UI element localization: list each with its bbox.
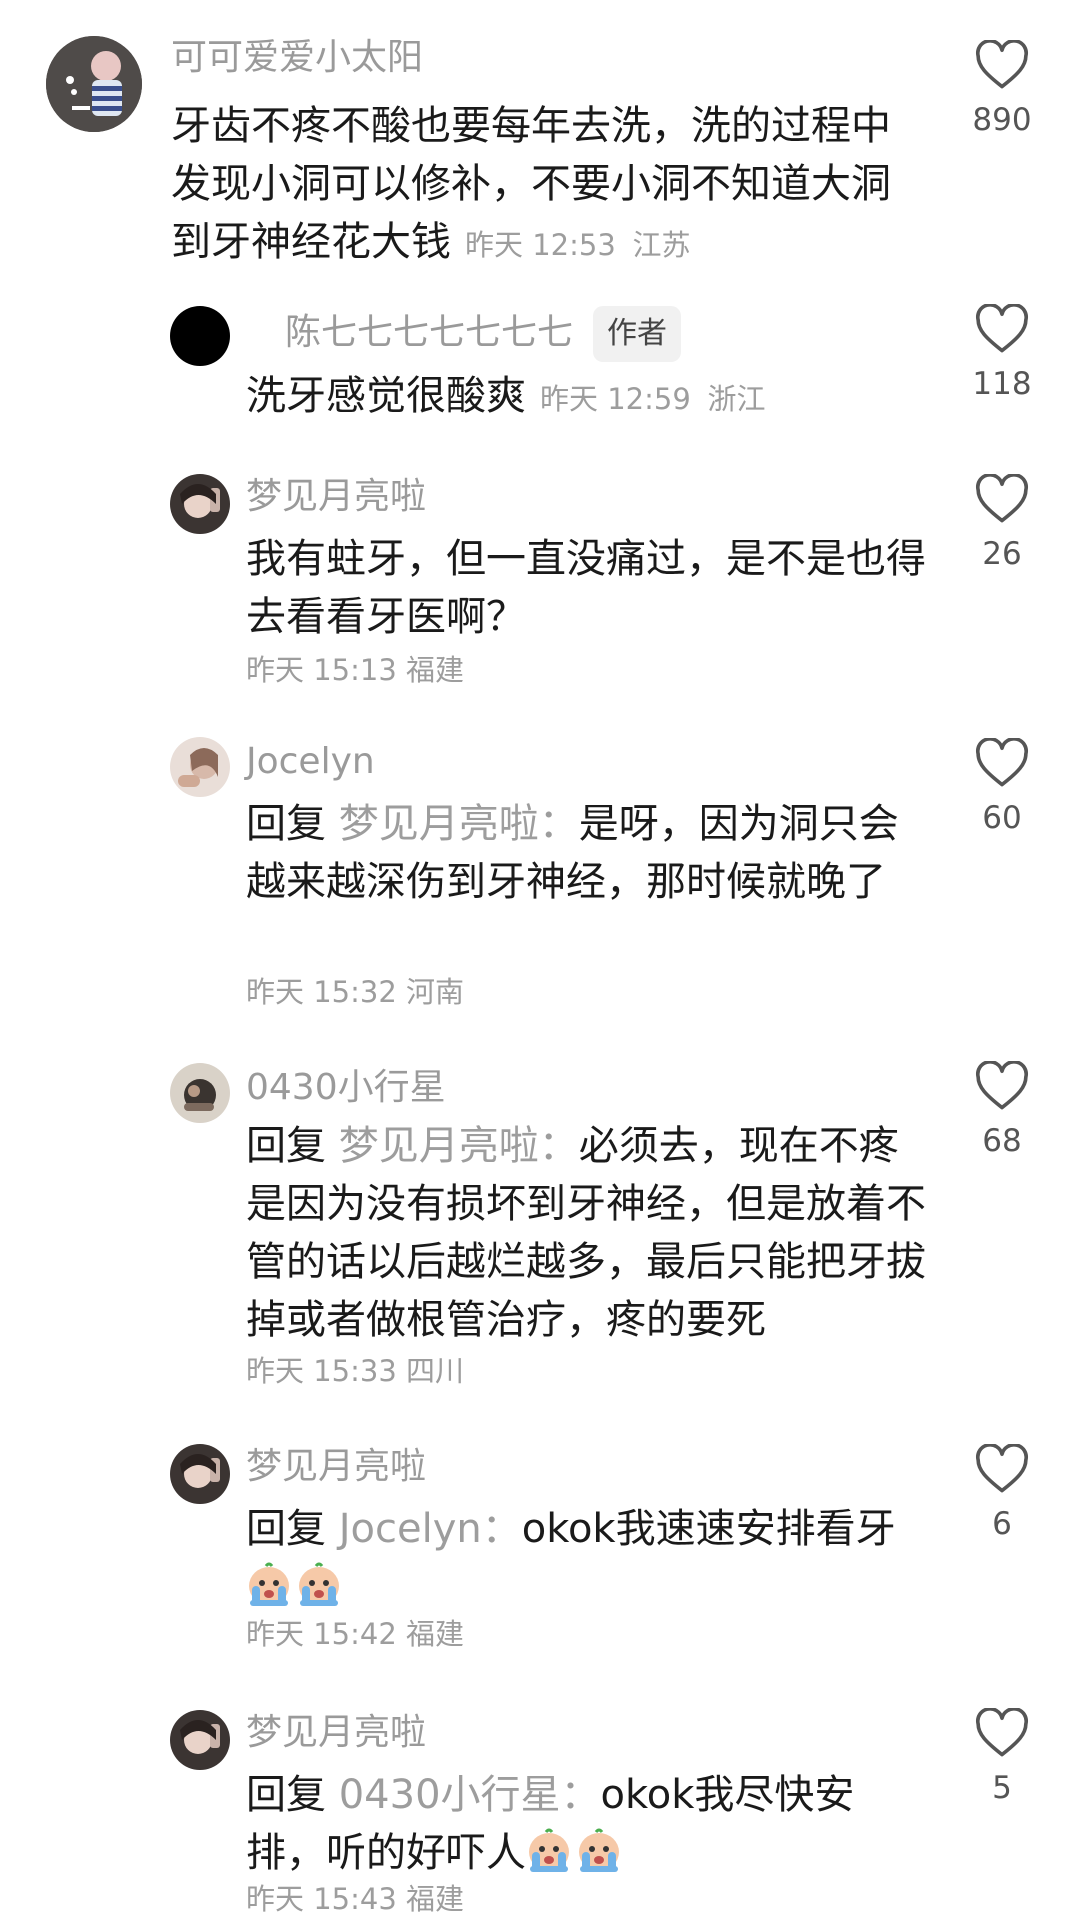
avatar[interactable]: [170, 1063, 230, 1123]
comment-location: 四川: [406, 1354, 465, 1388]
comment-body: 回复 梦见月亮啦：是呀，因为洞只会越来越深伤到牙神经，那时候就晚了: [246, 795, 936, 911]
comment-meta: 昨天 15:33 四川: [246, 1348, 464, 1390]
avatar[interactable]: [170, 474, 230, 534]
avatar[interactable]: [46, 36, 142, 132]
reply-label: 回复: [246, 801, 326, 847]
comment-location: 江苏: [632, 228, 691, 262]
like-button[interactable]: 5: [957, 1708, 1047, 1808]
comment-meta: 昨天 15:43 福建: [246, 1876, 464, 1918]
comment-meta: 昨天 15:13 福建: [246, 647, 464, 689]
like-count: 6: [992, 1506, 1012, 1542]
like-count: 890: [972, 102, 1032, 138]
heart-outline-icon: [975, 304, 1029, 353]
like-button[interactable]: 890: [957, 40, 1047, 140]
avatar[interactable]: [170, 737, 230, 797]
heart-outline-icon: [975, 40, 1029, 89]
like-count: 118: [972, 366, 1032, 402]
avatar[interactable]: [170, 1444, 230, 1504]
reply-target[interactable]: Jocelyn：: [339, 1506, 522, 1552]
username-row: 陈七七七七七七七 作者: [285, 306, 682, 362]
crying-face-emoji: [526, 1828, 572, 1874]
like-button[interactable]: 118: [957, 304, 1047, 404]
heart-outline-icon: [975, 1061, 1029, 1110]
crying-face-emoji: [296, 1562, 342, 1608]
like-count: 68: [982, 1123, 1022, 1159]
comment-body: 回复 梦见月亮啦：必须去，现在不疼是因为没有损坏到牙神经，但是放着不管的话以后越…: [246, 1117, 936, 1349]
avatar[interactable]: [170, 1710, 230, 1770]
like-button[interactable]: 6: [957, 1444, 1047, 1544]
comment-location: 福建: [406, 1882, 465, 1916]
like-button[interactable]: 26: [957, 474, 1047, 574]
comment-time: 昨天 15:32: [246, 975, 397, 1009]
comment-time: 昨天 15:33: [246, 1354, 397, 1388]
username[interactable]: 陈七七七七七七七: [285, 312, 573, 353]
reply-label: 回复: [246, 1772, 326, 1818]
heart-outline-icon: [975, 738, 1029, 787]
heart-outline-icon: [975, 1444, 1029, 1493]
crying-face-emoji: [576, 1828, 622, 1874]
reply-target[interactable]: 梦见月亮啦：: [339, 1123, 579, 1169]
like-button[interactable]: 68: [957, 1061, 1047, 1161]
comment-time: 昨天 15:42: [246, 1617, 397, 1651]
like-count: 26: [982, 536, 1022, 572]
comment-location: 浙江: [707, 382, 766, 416]
like-count: 60: [982, 800, 1022, 836]
comment-body: 回复 0430小行星：okok我尽快安排，听的好吓人: [246, 1766, 866, 1882]
comment-time: 昨天 15:13: [246, 653, 397, 687]
username[interactable]: Jocelyn: [246, 738, 375, 786]
comment-body: 牙齿不疼不酸也要每年去洗，洗的过程中发现小洞可以修补，不要小洞不知道大洞到牙神经…: [171, 97, 911, 274]
comment-text: okok我速速安排看牙: [521, 1506, 896, 1552]
comment-text: 洗牙感觉很酸爽: [246, 373, 526, 419]
username[interactable]: 梦见月亮啦: [246, 473, 426, 521]
like-count: 5: [992, 1770, 1012, 1806]
comment-time: 昨天 15:43: [246, 1882, 397, 1916]
comment-meta: 昨天 15:42 福建: [246, 1611, 464, 1653]
comment-location: 福建: [406, 1617, 465, 1651]
comment-time: 昨天 12:59: [540, 382, 691, 416]
author-badge: 作者: [593, 306, 682, 362]
like-button[interactable]: 60: [957, 738, 1047, 838]
comment-body: 回复 Jocelyn：okok我速速安排看牙: [246, 1500, 936, 1616]
heart-outline-icon: [975, 1708, 1029, 1757]
username[interactable]: 梦见月亮啦: [246, 1709, 426, 1757]
reply-target[interactable]: 0430小行星：: [339, 1772, 601, 1818]
comment-location: 福建: [406, 653, 465, 687]
reply-target[interactable]: 梦见月亮啦：: [339, 801, 579, 847]
reply-label: 回复: [246, 1506, 326, 1552]
comment-location: 河南: [406, 975, 465, 1009]
heart-outline-icon: [975, 474, 1029, 523]
crying-face-emoji: [246, 1562, 292, 1608]
reply-label: 回复: [246, 1123, 326, 1169]
comment-body: 洗牙感觉很酸爽 昨天 12:59 浙江: [246, 367, 906, 428]
username[interactable]: 梦见月亮啦: [246, 1443, 426, 1491]
comment-time: 昨天 12:53: [465, 228, 616, 262]
username[interactable]: 0430小行星: [246, 1064, 446, 1112]
username[interactable]: 可可爱爱小太阳: [171, 34, 423, 82]
comment-meta: 昨天 15:32 河南: [246, 969, 464, 1011]
avatar[interactable]: [170, 306, 230, 366]
comment-text: 我有蛀牙，但一直没痛过，是不是也得去看看牙医啊？: [246, 536, 926, 640]
